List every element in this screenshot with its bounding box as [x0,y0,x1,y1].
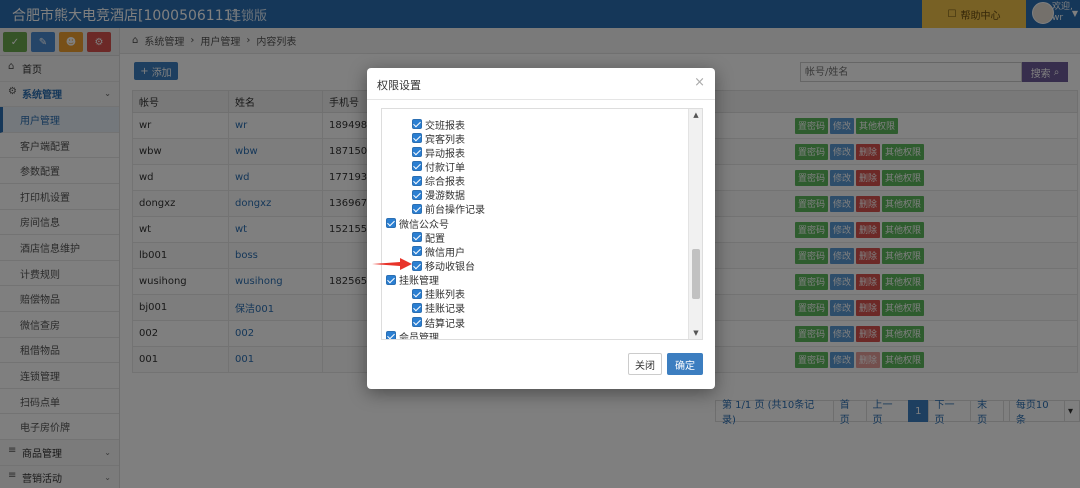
checkbox[interactable] [412,288,422,299]
tree-node[interactable]: 结算记录 [412,315,465,330]
tree-node[interactable]: 异动报表 [412,145,465,160]
tree-node-label: 结算记录 [425,318,465,330]
tree-node[interactable]: 挂账记录 [412,301,465,315]
permission-tree: 交班报表宾客列表异动报表付款订单综合报表漫游数据前台操作记录微信公众号配置微信用… [381,108,703,340]
tree-node[interactable]: 付款订单 [412,159,465,174]
tree-node[interactable]: 微信公众号 [386,216,449,231]
tree-node[interactable]: 会员管理 [386,329,439,340]
tree-node[interactable]: 配置 [412,230,445,245]
tree-node-label: 挂账管理 [399,276,439,288]
scroll-up-icon[interactable]: ▲ [689,109,702,121]
dialog-title: 权限设置 [377,79,421,92]
checkbox[interactable] [412,317,422,328]
confirm-button[interactable]: 确定 [667,353,703,375]
tree-node-label: 异动报表 [425,148,465,160]
tree-node[interactable]: 宾客列表 [412,131,465,146]
tree-node-label: 微信公众号 [399,219,449,231]
tree-node[interactable]: 移动收银台 [412,259,475,273]
checkbox[interactable] [412,260,422,271]
close-button[interactable]: 关闭 [628,353,662,375]
dialog-header: 权限设置 × [367,68,715,100]
tree-node-label: 会员管理 [399,332,439,340]
checkbox[interactable] [412,302,422,313]
checkbox[interactable] [412,147,422,158]
tree-node[interactable]: 挂账列表 [412,287,465,301]
checkbox[interactable] [386,274,396,285]
tree-node-label: 微信用户 [425,247,465,259]
tree-node-label: 付款订单 [425,162,465,174]
tree-node-label: 前台操作记录 [425,205,485,217]
tree-node-label: 配置 [425,233,445,245]
checkbox[interactable] [412,119,422,129]
checkbox[interactable] [412,133,422,144]
close-icon[interactable]: × [694,75,705,90]
tree-node-label: 漫游数据 [425,191,465,203]
scroll-down-icon[interactable]: ▼ [689,327,702,339]
checkbox[interactable] [412,232,422,243]
tree-node-label: 挂账记录 [425,304,465,316]
checkbox[interactable] [386,218,396,229]
tree-node-label: 综合报表 [425,177,465,189]
tree-node[interactable]: 综合报表 [412,174,465,188]
tree-scrollbar[interactable]: ▲ ▼ [688,109,702,339]
permission-dialog: 权限设置 × 交班报表宾客列表异动报表付款订单综合报表漫游数据前台操作记录微信公… [367,68,715,389]
tree-node[interactable]: 挂账管理 [386,273,439,287]
tree-node[interactable]: 微信用户 [412,244,465,259]
checkbox[interactable] [412,161,422,172]
red-arrow-icon [372,258,412,270]
tree-node[interactable]: 漫游数据 [412,188,465,202]
tree-node-label: 宾客列表 [425,134,465,146]
tree-node-label: 挂账列表 [425,290,465,302]
tree-node[interactable]: 前台操作记录 [412,202,485,216]
scroll-thumb[interactable] [692,249,700,299]
checkbox[interactable] [386,331,396,339]
tree-node-label: 交班报表 [425,120,465,132]
checkbox[interactable] [412,203,422,214]
tree-node-label: 移动收银台 [425,262,475,273]
checkbox[interactable] [412,189,422,200]
checkbox[interactable] [412,175,422,186]
tree-node[interactable]: 交班报表 [412,117,465,132]
checkbox[interactable] [412,246,422,257]
